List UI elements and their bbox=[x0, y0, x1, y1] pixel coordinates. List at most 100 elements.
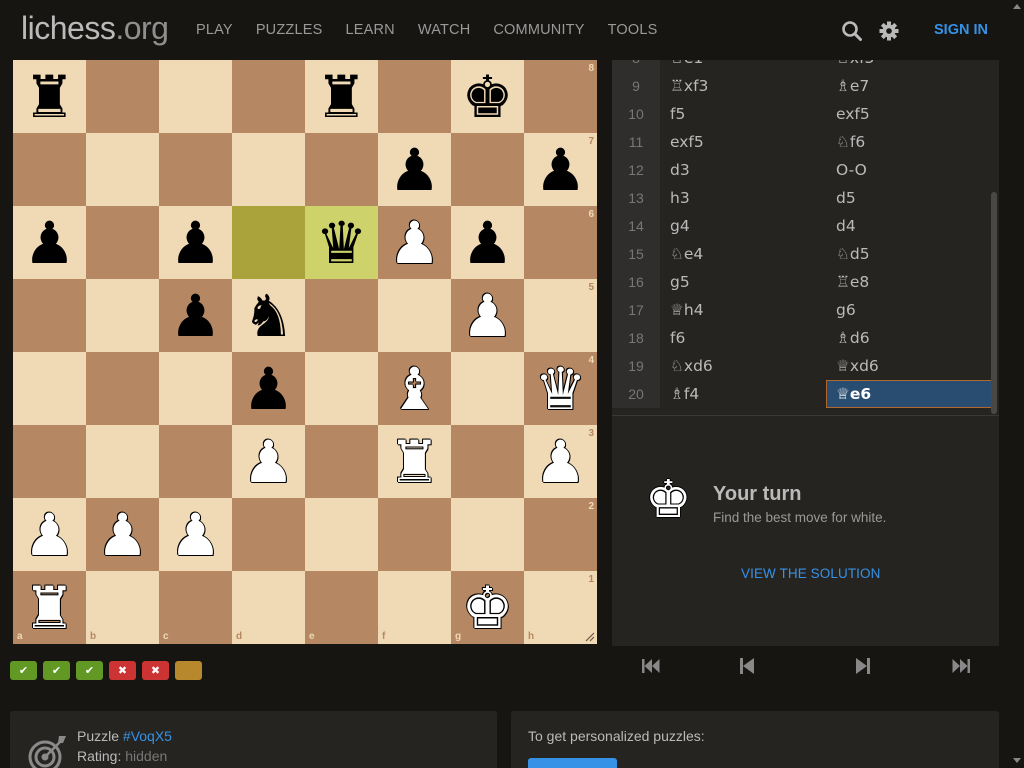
white-king-icon[interactable]: ♚ bbox=[451, 571, 524, 644]
square-h5[interactable]: 5 bbox=[524, 279, 597, 352]
black-move[interactable]: O-O bbox=[826, 156, 992, 184]
black-pawn-icon[interactable]: ♟ bbox=[524, 133, 597, 206]
square-e2[interactable] bbox=[305, 498, 378, 571]
white-pawn-icon[interactable]: ♟ bbox=[378, 206, 451, 279]
square-f6[interactable]: ♟ bbox=[378, 206, 451, 279]
square-c5[interactable]: ♟ bbox=[159, 279, 232, 352]
square-b1[interactable]: b bbox=[86, 571, 159, 644]
white-pawn-icon[interactable]: ♟ bbox=[524, 425, 597, 498]
square-f2[interactable] bbox=[378, 498, 451, 571]
first-move-icon[interactable] bbox=[640, 655, 662, 677]
square-c1[interactable]: c bbox=[159, 571, 232, 644]
black-move[interactable]: ♘d5 bbox=[826, 240, 992, 268]
white-move[interactable]: h3 bbox=[660, 184, 826, 212]
white-move[interactable]: g5 bbox=[660, 268, 826, 296]
square-b6[interactable] bbox=[86, 206, 159, 279]
square-f7[interactable]: ♟ bbox=[378, 133, 451, 206]
result-fail-badge[interactable]: ✖ bbox=[142, 661, 169, 680]
white-pawn-icon[interactable]: ♟ bbox=[159, 498, 232, 571]
last-move-icon[interactable] bbox=[950, 655, 972, 677]
white-move[interactable]: ♘xd6 bbox=[660, 352, 826, 380]
white-queen-icon[interactable]: ♛ bbox=[524, 352, 597, 425]
square-g5[interactable]: ♟ bbox=[451, 279, 524, 352]
black-knight-icon[interactable]: ♞ bbox=[232, 279, 305, 352]
puzzle-id-link[interactable]: #VoqX5 bbox=[123, 728, 172, 744]
square-f5[interactable] bbox=[378, 279, 451, 352]
white-move[interactable]: d3 bbox=[660, 156, 826, 184]
black-move[interactable]: ♔xf3 bbox=[826, 60, 992, 72]
black-move[interactable]: ♗d6 bbox=[826, 324, 992, 352]
white-pawn-icon[interactable]: ♟ bbox=[86, 498, 159, 571]
board-resize-handle-icon[interactable] bbox=[585, 632, 595, 642]
square-a8[interactable]: ♜ bbox=[13, 60, 86, 133]
white-bishop-icon[interactable]: ♝ bbox=[378, 352, 451, 425]
white-move[interactable]: ♕h4 bbox=[660, 296, 826, 324]
square-f4[interactable]: ♝ bbox=[378, 352, 451, 425]
white-pawn-icon[interactable]: ♟ bbox=[13, 498, 86, 571]
square-c8[interactable] bbox=[159, 60, 232, 133]
black-pawn-icon[interactable]: ♟ bbox=[232, 352, 305, 425]
search-icon[interactable] bbox=[841, 20, 863, 42]
nav-watch[interactable]: WATCH bbox=[418, 22, 471, 38]
square-d1[interactable]: d bbox=[232, 571, 305, 644]
result-success-badge[interactable]: ✔ bbox=[10, 661, 37, 680]
square-c7[interactable] bbox=[159, 133, 232, 206]
black-move[interactable]: ♗e7 bbox=[826, 72, 992, 100]
black-move[interactable]: exf5 bbox=[826, 100, 992, 128]
black-move[interactable]: g6 bbox=[826, 296, 992, 324]
sign-up-button[interactable] bbox=[528, 758, 617, 768]
square-g4[interactable] bbox=[451, 352, 524, 425]
nav-learn[interactable]: LEARN bbox=[345, 22, 394, 38]
result-fail-badge[interactable]: ✖ bbox=[109, 661, 136, 680]
black-pawn-icon[interactable]: ♟ bbox=[159, 279, 232, 352]
square-c2[interactable]: ♟ bbox=[159, 498, 232, 571]
square-g3[interactable] bbox=[451, 425, 524, 498]
square-c6[interactable]: ♟ bbox=[159, 206, 232, 279]
black-move[interactable]: ♘f6 bbox=[826, 128, 992, 156]
square-a3[interactable] bbox=[13, 425, 86, 498]
sign-in-link[interactable]: SIGN IN bbox=[934, 22, 988, 38]
square-a1[interactable]: a ♜ bbox=[13, 571, 86, 644]
square-b2[interactable]: ♟ bbox=[86, 498, 159, 571]
square-d8[interactable] bbox=[232, 60, 305, 133]
next-move-icon[interactable] bbox=[852, 655, 874, 677]
white-move[interactable]: exf5 bbox=[660, 128, 826, 156]
black-pawn-icon[interactable]: ♟ bbox=[13, 206, 86, 279]
black-pawn-icon[interactable]: ♟ bbox=[378, 133, 451, 206]
square-a4[interactable] bbox=[13, 352, 86, 425]
result-pending-badge[interactable] bbox=[175, 661, 202, 680]
white-rook-icon[interactable]: ♜ bbox=[13, 571, 86, 644]
nav-community[interactable]: COMMUNITY bbox=[493, 22, 584, 38]
nav-play[interactable]: PLAY bbox=[196, 22, 233, 38]
square-g7[interactable] bbox=[451, 133, 524, 206]
black-pawn-icon[interactable]: ♟ bbox=[451, 206, 524, 279]
square-e1[interactable]: e bbox=[305, 571, 378, 644]
square-a7[interactable] bbox=[13, 133, 86, 206]
square-c3[interactable] bbox=[159, 425, 232, 498]
black-move[interactable]: d4 bbox=[826, 212, 992, 240]
square-e3[interactable] bbox=[305, 425, 378, 498]
white-move[interactable]: f6 bbox=[660, 324, 826, 352]
white-move[interactable]: ♔e1 bbox=[660, 60, 826, 72]
nav-puzzles[interactable]: PUZZLES bbox=[256, 22, 323, 38]
gear-icon[interactable] bbox=[878, 20, 900, 42]
square-d2[interactable] bbox=[232, 498, 305, 571]
white-move[interactable]: ♘e4 bbox=[660, 240, 826, 268]
square-a5[interactable] bbox=[13, 279, 86, 352]
white-pawn-icon[interactable]: ♟ bbox=[232, 425, 305, 498]
square-h8[interactable]: 8 bbox=[524, 60, 597, 133]
square-e8[interactable]: ♜ bbox=[305, 60, 378, 133]
view-solution-link[interactable]: VIEW THE SOLUTION bbox=[741, 566, 880, 581]
square-g8[interactable]: ♚ bbox=[451, 60, 524, 133]
square-b5[interactable] bbox=[86, 279, 159, 352]
square-g6[interactable]: ♟ bbox=[451, 206, 524, 279]
black-move[interactable]: d5 bbox=[826, 184, 992, 212]
square-b7[interactable] bbox=[86, 133, 159, 206]
square-e4[interactable] bbox=[305, 352, 378, 425]
square-d7[interactable] bbox=[232, 133, 305, 206]
square-e5[interactable] bbox=[305, 279, 378, 352]
result-success-badge[interactable]: ✔ bbox=[43, 661, 70, 680]
square-f1[interactable]: f bbox=[378, 571, 451, 644]
square-g1[interactable]: g ♚ bbox=[451, 571, 524, 644]
chess-board[interactable]: ♜ ♜ ♚ 8 ♟ 7 ♟ ♟ ♟ ♛ ♟ ♟ 6 ♟ ♞ ♟ 5 ♟ ♝ 4 ♛ ♟ ♜ 3 ♟ ♟ ♟ ♟ 2 a ♜ b c d e f g ♚ 1 h bbox=[13, 60, 597, 644]
